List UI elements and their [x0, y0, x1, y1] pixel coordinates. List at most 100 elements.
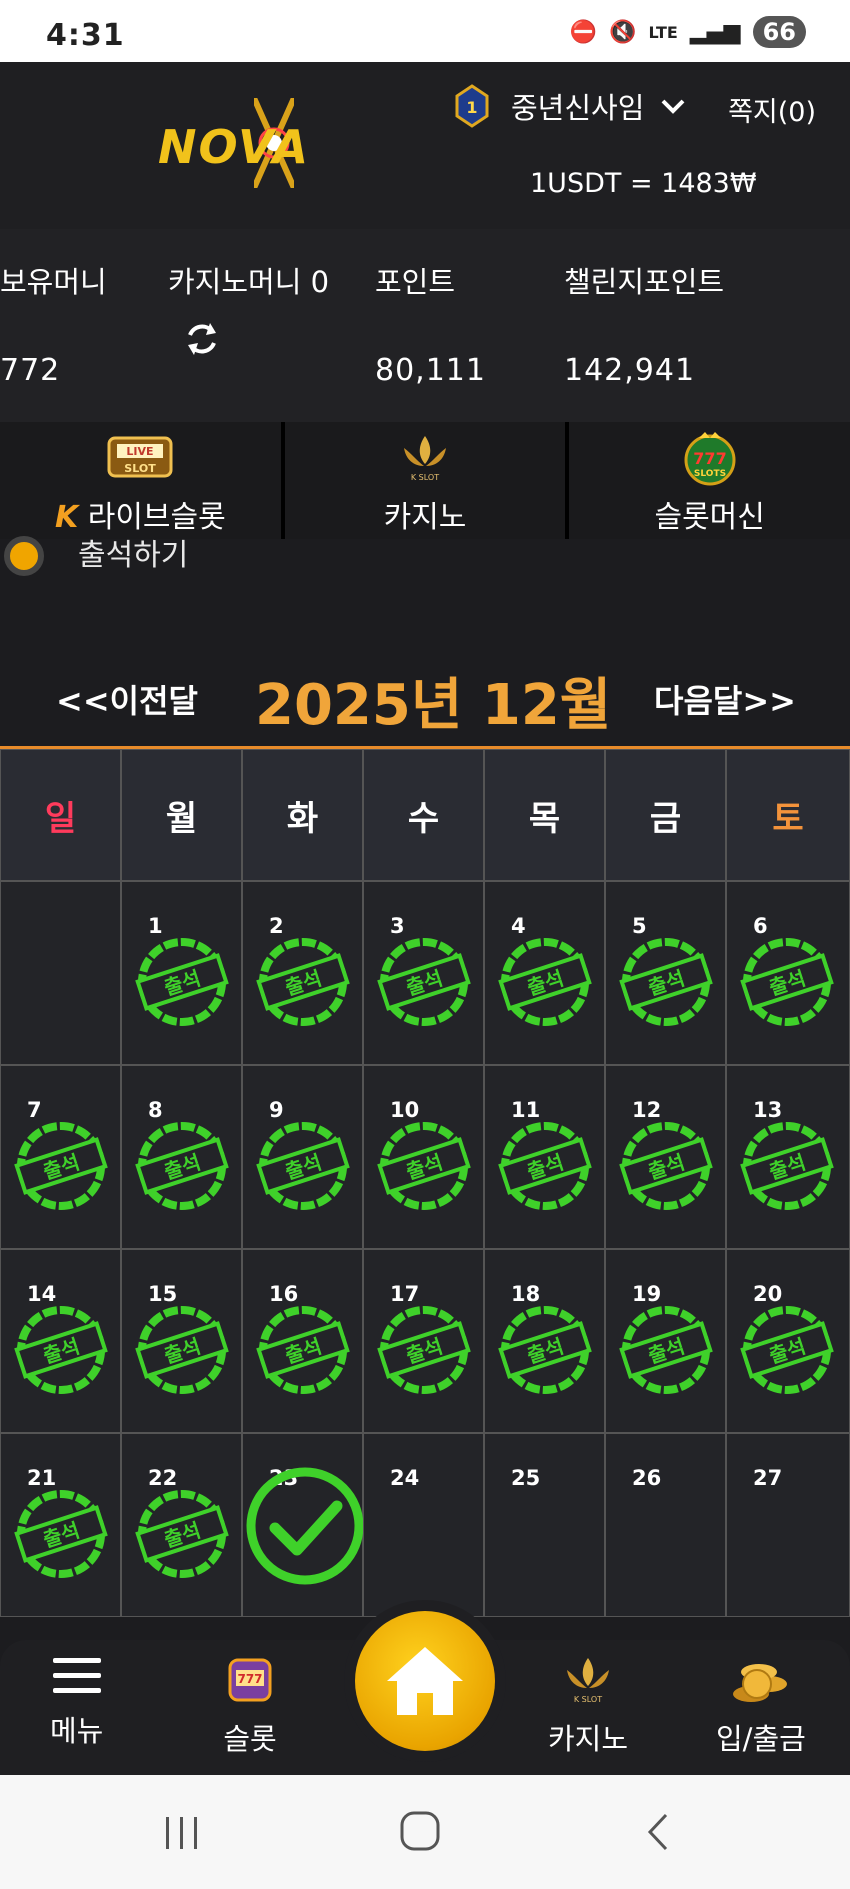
calendar-day-8[interactable]: 8 출석 [121, 1065, 242, 1249]
calendar-day-2[interactable]: 2 출석 [242, 881, 363, 1065]
recent-apps-icon[interactable] [160, 1813, 204, 1853]
point-label: 포인트 [375, 265, 456, 299]
calendar-day-20[interactable]: 20 출석 [726, 1249, 850, 1433]
nav-deposit[interactable]: 입/출금 [716, 1654, 806, 1758]
calendar-day-25[interactable]: 25 [484, 1433, 605, 1617]
dnd-icon: ⛔ [569, 19, 598, 45]
balance-panel: 보유머니 772 카지노머니 0 포인트 80,111 챌린지포인트 142,9… [0, 229, 850, 422]
tab-casino[interactable]: K SLOT 카지노 [285, 422, 570, 539]
attendance-calendar: 일 월 화 수 목 금 토 1 출석 2 출석 3 출석 4 출석 5 출석 6 출석 7 출석 8 출석 9 출… [0, 746, 850, 1617]
weekday-sat: 토 [726, 749, 850, 881]
rank-badge-icon: 1 [455, 84, 489, 128]
calendar-week-row: 21 출석 22 출석 23 24 25 26 27 [0, 1433, 850, 1617]
home-system-icon[interactable] [398, 1809, 442, 1853]
challenge-point-label: 챌린지포인트 [564, 265, 725, 299]
attendance-stamp-icon: 출석 [135, 1306, 229, 1394]
status-bar: 4:31 ⛔ 🔇 LTE ▂▄▆ 66 [0, 0, 850, 62]
day-number: 25 [511, 1466, 541, 1490]
attendance-stamp-icon: 출석 [498, 1306, 592, 1394]
svg-text:K SLOT: K SLOT [411, 473, 439, 482]
calendar-weekday-header: 일 월 화 수 목 금 토 [0, 749, 850, 881]
calendar-grid: 1 출석 2 출석 3 출석 4 출석 5 출석 6 출석 7 출석 8 출석 9 출석 10 출석 11 출석 12 출석 1… [0, 881, 850, 1617]
calendar-day-19[interactable]: 19 출석 [605, 1249, 726, 1433]
tab-live-slot[interactable]: LIVE SLOT K 라이브슬롯 [0, 422, 285, 539]
slot-machine-icon: 777 [228, 1658, 272, 1702]
calendar-day-22[interactable]: 22 출석 [121, 1433, 242, 1617]
calendar-day-11[interactable]: 11 출석 [484, 1065, 605, 1249]
attendance-stamp-icon: 출석 [256, 1122, 350, 1210]
nav-menu[interactable]: 메뉴 [50, 1654, 103, 1750]
calendar-day-5[interactable]: 5 출석 [605, 881, 726, 1065]
attendance-stamp-icon: 출석 [14, 1122, 108, 1210]
attendance-stamp-icon: 출석 [14, 1306, 108, 1394]
calendar-day-12[interactable]: 12 출석 [605, 1065, 726, 1249]
holding-money-value: 772 [0, 353, 61, 388]
live-slot-icon: LIVE SLOT [107, 436, 173, 478]
nav-deposit-label: 입/출금 [716, 1722, 806, 1756]
calendar-day-16[interactable]: 16 출석 [242, 1249, 363, 1433]
tab-slot-machine[interactable]: 777 SLOTS 슬롯머신 [569, 422, 850, 539]
prev-month-button[interactable]: <<이전달 [56, 676, 198, 722]
signal-icon: ▂▄▆ [689, 19, 741, 45]
home-button[interactable] [344, 1600, 506, 1762]
nav-slot-label: 슬롯 [223, 1722, 277, 1756]
calendar-day-21[interactable]: 21 출석 [0, 1433, 121, 1617]
nav-casino[interactable]: K SLOT 카지노 [548, 1654, 628, 1758]
home-button-face [355, 1611, 495, 1751]
attendance-stamp-icon: 출석 [135, 938, 229, 1026]
weekday-wed: 수 [363, 749, 484, 881]
nova-logo[interactable]: NOVA [158, 98, 338, 188]
svg-text:LIVE: LIVE [127, 445, 154, 458]
check-circle-icon [246, 1467, 364, 1585]
svg-text:SLOTS: SLOTS [694, 469, 726, 479]
attendance-bullet-icon [4, 536, 44, 576]
next-month-button[interactable]: 다음달>> [654, 676, 796, 722]
battery-indicator: 66 [752, 16, 806, 48]
attendance-stamp-icon: 출석 [740, 938, 834, 1026]
attendance-stamp-icon: 출석 [619, 1122, 713, 1210]
calendar-day-15[interactable]: 15 출석 [121, 1249, 242, 1433]
attendance-stamp-icon: 출석 [377, 1122, 471, 1210]
tab-slot-machine-label: 슬롯머신 [654, 500, 765, 535]
nav-slot[interactable]: 777 슬롯 [222, 1654, 278, 1758]
refresh-icon[interactable] [182, 319, 222, 359]
tab-casino-label: 카지노 [383, 500, 467, 535]
messages-link[interactable]: 쪽지(0) [728, 90, 816, 129]
site-header: NOVA 1 중년신사임 쪽지(0) 1USDT = 1483₩ [0, 62, 850, 229]
month-navigation: <<이전달 2025년 12월 다음달>> [0, 660, 850, 740]
calendar-day-9[interactable]: 9 출석 [242, 1065, 363, 1249]
attendance-stamp-icon: 출석 [377, 938, 471, 1026]
calendar-day-23[interactable]: 23 [242, 1433, 364, 1617]
calendar-day-13[interactable]: 13 출석 [726, 1065, 850, 1249]
system-navigation-bar [0, 1775, 850, 1889]
attendance-stamp-icon: 출석 [14, 1490, 108, 1578]
calendar-day-17[interactable]: 17 출석 [363, 1249, 484, 1433]
weekday-tue: 화 [242, 749, 363, 881]
calendar-day-3[interactable]: 3 출석 [363, 881, 484, 1065]
casino-money-label: 카지노머니 0 [168, 265, 330, 299]
calendar-day-4[interactable]: 4 출석 [484, 881, 605, 1065]
username: 중년신사임 [511, 91, 645, 125]
attendance-stamp-icon: 출석 [619, 1306, 713, 1394]
attendance-stamp-icon: 출석 [256, 938, 350, 1026]
calendar-day-18[interactable]: 18 출석 [484, 1249, 605, 1433]
exchange-rate: 1USDT = 1483₩ [530, 168, 757, 199]
kslot-icon: K SLOT [404, 436, 446, 482]
hamburger-menu-icon [52, 1658, 101, 1693]
calendar-day-27[interactable]: 27 [726, 1433, 850, 1617]
calendar-day-1[interactable]: 1 출석 [121, 881, 242, 1065]
nav-menu-label: 메뉴 [50, 1714, 104, 1748]
coins-icon [732, 1664, 787, 1702]
calendar-day-26[interactable]: 26 [605, 1433, 726, 1617]
calendar-day-14[interactable]: 14 출석 [0, 1249, 121, 1433]
calendar-week-row: 14 출석 15 출석 16 출석 17 출석 18 출석 19 출석 20 출석 [0, 1249, 850, 1433]
calendar-week-row: 7 출석 8 출석 9 출석 10 출석 11 출석 12 출석 13 출석 [0, 1065, 850, 1249]
calendar-day-24[interactable]: 24 [363, 1433, 484, 1617]
user-menu[interactable]: 1 중년신사임 [455, 84, 686, 128]
calendar-day-6[interactable]: 6 출석 [726, 881, 850, 1065]
calendar-day-10[interactable]: 10 출석 [363, 1065, 484, 1249]
calendar-day-7[interactable]: 7 출석 [0, 1065, 121, 1249]
point-value: 80,111 [375, 353, 486, 388]
calendar-week-row: 1 출석 2 출석 3 출석 4 출석 5 출석 6 출석 [0, 881, 850, 1065]
back-icon[interactable] [640, 1811, 676, 1853]
